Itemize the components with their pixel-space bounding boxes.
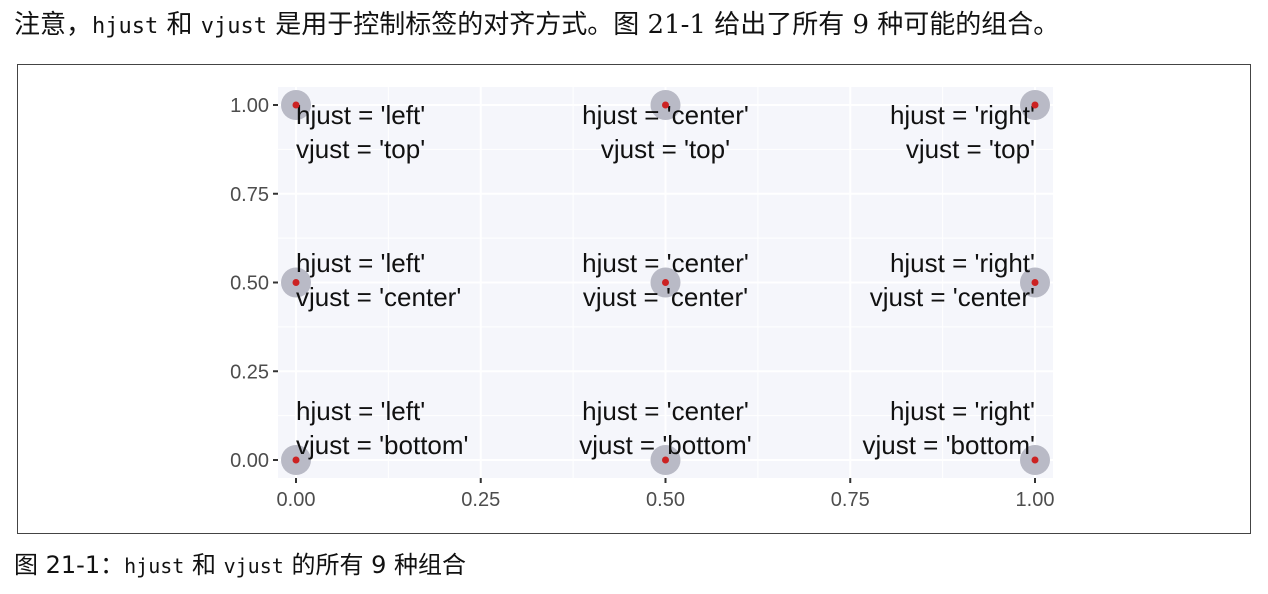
figure-frame: 0.00 0.25 0.50 0.75 1.00 0.00 0.25 0.50 0.75 1.00… <box>17 64 1251 534</box>
y-tick-label: 0.00 <box>230 450 269 472</box>
intro-text-2: 和 <box>158 10 201 40</box>
label-vjust-line: vjust = 'bottom' <box>579 430 752 460</box>
intro-text-1: 注意， <box>14 10 93 40</box>
label-hjust-line: hjust = 'center' <box>582 248 749 278</box>
anchor-point <box>662 279 669 286</box>
intro-text-3: 是用于控制标签的对齐方式。图 21-1 给出了所有 9 种可能的组合。 <box>267 10 1060 40</box>
label-vjust-line: vjust = 'center' <box>870 282 1035 312</box>
anchor-point <box>292 101 300 109</box>
caption-text-2: 和 <box>184 551 224 579</box>
intro-code-hjust: hjust <box>92 14 159 39</box>
y-tick-label: 0.25 <box>230 361 269 383</box>
caption-text-3: 的所有 9 种组合 <box>283 551 466 579</box>
anchor-point <box>1031 279 1039 286</box>
caption-text-1: 图 21-1： <box>14 551 125 579</box>
label-vjust-line: vjust = 'top' <box>601 134 730 164</box>
label-vjust-line: vjust = 'bottom' <box>862 430 1035 460</box>
label-hjust-line: hjust = 'left' <box>296 100 425 130</box>
label-vjust-line: vjust = 'top' <box>296 134 425 164</box>
x-tick-label: 0.75 <box>831 489 870 511</box>
label-vjust-line: vjust = 'bottom' <box>296 430 469 460</box>
intro-code-vjust: vjust <box>200 14 268 39</box>
y-tick-label: 0.75 <box>230 184 269 206</box>
label-vjust-line: vjust = 'center' <box>296 282 461 312</box>
x-tick-label: 0.00 <box>277 489 316 511</box>
anchor-point <box>662 456 669 464</box>
label-hjust-line: hjust = 'right' <box>890 100 1035 130</box>
label-hjust-line: hjust = 'left' <box>296 396 425 426</box>
figure-caption: 图 21-1：hjust 和 vjust 的所有 9 种组合 <box>14 550 466 581</box>
x-tick-label: 0.25 <box>461 489 500 511</box>
anchor-point <box>292 456 300 464</box>
anchor-point <box>662 101 669 109</box>
caption-code-hjust: hjust <box>124 554 185 578</box>
anchor-point <box>292 279 300 286</box>
label-hjust-line: hjust = 'right' <box>890 396 1035 426</box>
x-tick-label: 0.50 <box>646 489 685 511</box>
x-tick-label: 1.00 <box>1016 489 1055 511</box>
intro-paragraph: 注意，hjust 和 vjust 是用于控制标签的对齐方式。图 21-1 给出了… <box>14 8 1059 44</box>
label-hjust-line: hjust = 'center' <box>582 396 749 426</box>
label-vjust-line: vjust = 'center' <box>583 282 748 312</box>
y-tick-label: 0.50 <box>230 273 269 295</box>
anchor-point <box>1031 456 1039 464</box>
anchor-point <box>1031 101 1039 109</box>
y-tick-label: 1.00 <box>230 95 269 117</box>
justification-chart: 0.00 0.25 0.50 0.75 1.00 0.00 0.25 0.50 0.75 1.00… <box>230 87 1055 511</box>
label-hjust-line: hjust = 'right' <box>890 248 1035 278</box>
caption-code-vjust: vjust <box>223 554 284 578</box>
label-vjust-line: vjust = 'top' <box>906 134 1035 164</box>
label-hjust-line: hjust = 'left' <box>296 248 425 278</box>
